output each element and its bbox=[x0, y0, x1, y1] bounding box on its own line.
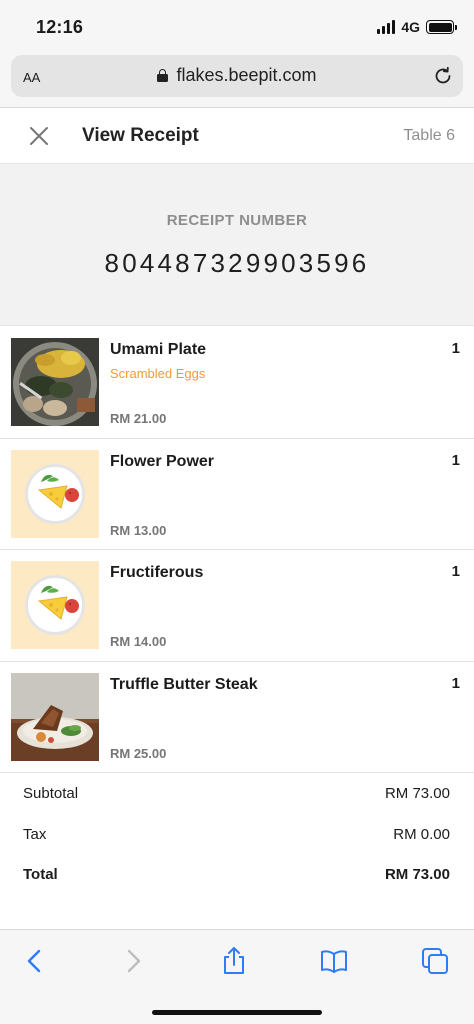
placeholder-plate-illustration bbox=[11, 561, 99, 649]
forward-icon[interactable] bbox=[118, 946, 148, 976]
item-price: RM 21.00 bbox=[110, 411, 167, 426]
item-name: Fructiferous bbox=[110, 564, 204, 581]
order-item-list: Umami Plate Scrambled Eggs RM 21.00 1 Fl… bbox=[0, 327, 474, 773]
network-type: 4G bbox=[401, 19, 420, 35]
tax-row: Tax RM 0.00 bbox=[0, 814, 474, 855]
browser-address-area: AA flakes.beepit.com bbox=[0, 54, 474, 108]
item-quantity: 1 bbox=[451, 563, 460, 580]
page-title: View Receipt bbox=[82, 125, 199, 146]
placeholder-plate-illustration bbox=[11, 449, 99, 538]
item-quantity: 1 bbox=[451, 674, 460, 692]
tax-value: RM 0.00 bbox=[393, 825, 450, 843]
share-icon[interactable] bbox=[219, 946, 249, 976]
order-item: Umami Plate Scrambled Eggs RM 21.00 1 bbox=[0, 327, 474, 439]
item-price: RM 13.00 bbox=[110, 522, 167, 538]
url-display[interactable]: flakes.beepit.com bbox=[11, 65, 463, 86]
receipt-number-value: 804487329903596 bbox=[104, 248, 370, 278]
item-price: RM 14.00 bbox=[110, 634, 167, 649]
item-name: Flower Power bbox=[110, 452, 215, 470]
bookmarks-icon[interactable] bbox=[319, 946, 349, 976]
tabs-icon[interactable] bbox=[420, 946, 450, 976]
receipt-number-section: RECEIPT NUMBER 804487329903596 bbox=[0, 164, 474, 326]
signal-icon bbox=[377, 20, 396, 34]
item-price: RM 25.00 bbox=[110, 745, 167, 761]
reload-icon[interactable] bbox=[433, 66, 453, 86]
item-variant: Scrambled Eggs bbox=[110, 366, 206, 381]
item-name: Truffle Butter Steak bbox=[110, 675, 258, 693]
receipt-number-label: RECEIPT NUMBER bbox=[166, 212, 308, 229]
item-quantity: 1 bbox=[451, 340, 460, 357]
browser-toolbar bbox=[0, 929, 474, 1024]
order-item: Flower Power RM 13.00 1 bbox=[0, 439, 474, 550]
subtotal-value: RM 73.00 bbox=[384, 785, 450, 802]
umami-plate-photo bbox=[11, 338, 99, 426]
status-time: 12:16 bbox=[36, 17, 84, 37]
totals-section: Subtotal RM 73.00 Tax RM 0.00 Total RM 7… bbox=[0, 773, 474, 895]
table-label: Table 6 bbox=[403, 127, 455, 144]
order-item: Truffle Butter Steak RM 25.00 1 bbox=[0, 662, 474, 773]
battery-icon bbox=[426, 20, 457, 34]
item-name: Umami Plate bbox=[110, 341, 207, 358]
steak-photo bbox=[11, 672, 99, 761]
total-row: Total RM 73.00 bbox=[0, 854, 474, 895]
status-indicators: 4G bbox=[377, 19, 457, 35]
url-text: flakes.beepit.com bbox=[176, 65, 317, 85]
close-icon[interactable] bbox=[27, 124, 51, 148]
tax-label: Tax bbox=[23, 825, 47, 843]
subtotal-label: Subtotal bbox=[23, 785, 79, 802]
address-bar[interactable]: AA flakes.beepit.com bbox=[11, 55, 463, 97]
back-icon[interactable] bbox=[20, 946, 50, 976]
home-indicator bbox=[152, 1010, 322, 1015]
total-label: Total bbox=[23, 866, 58, 883]
status-bar: 12:16 4G bbox=[0, 0, 474, 54]
lock-icon bbox=[157, 69, 169, 82]
order-item: Fructiferous RM 14.00 1 bbox=[0, 550, 474, 662]
subtotal-row: Subtotal RM 73.00 bbox=[0, 773, 474, 814]
item-quantity: 1 bbox=[451, 451, 460, 469]
app-header: View Receipt Table 6 bbox=[0, 108, 474, 164]
total-value: RM 73.00 bbox=[384, 866, 450, 883]
